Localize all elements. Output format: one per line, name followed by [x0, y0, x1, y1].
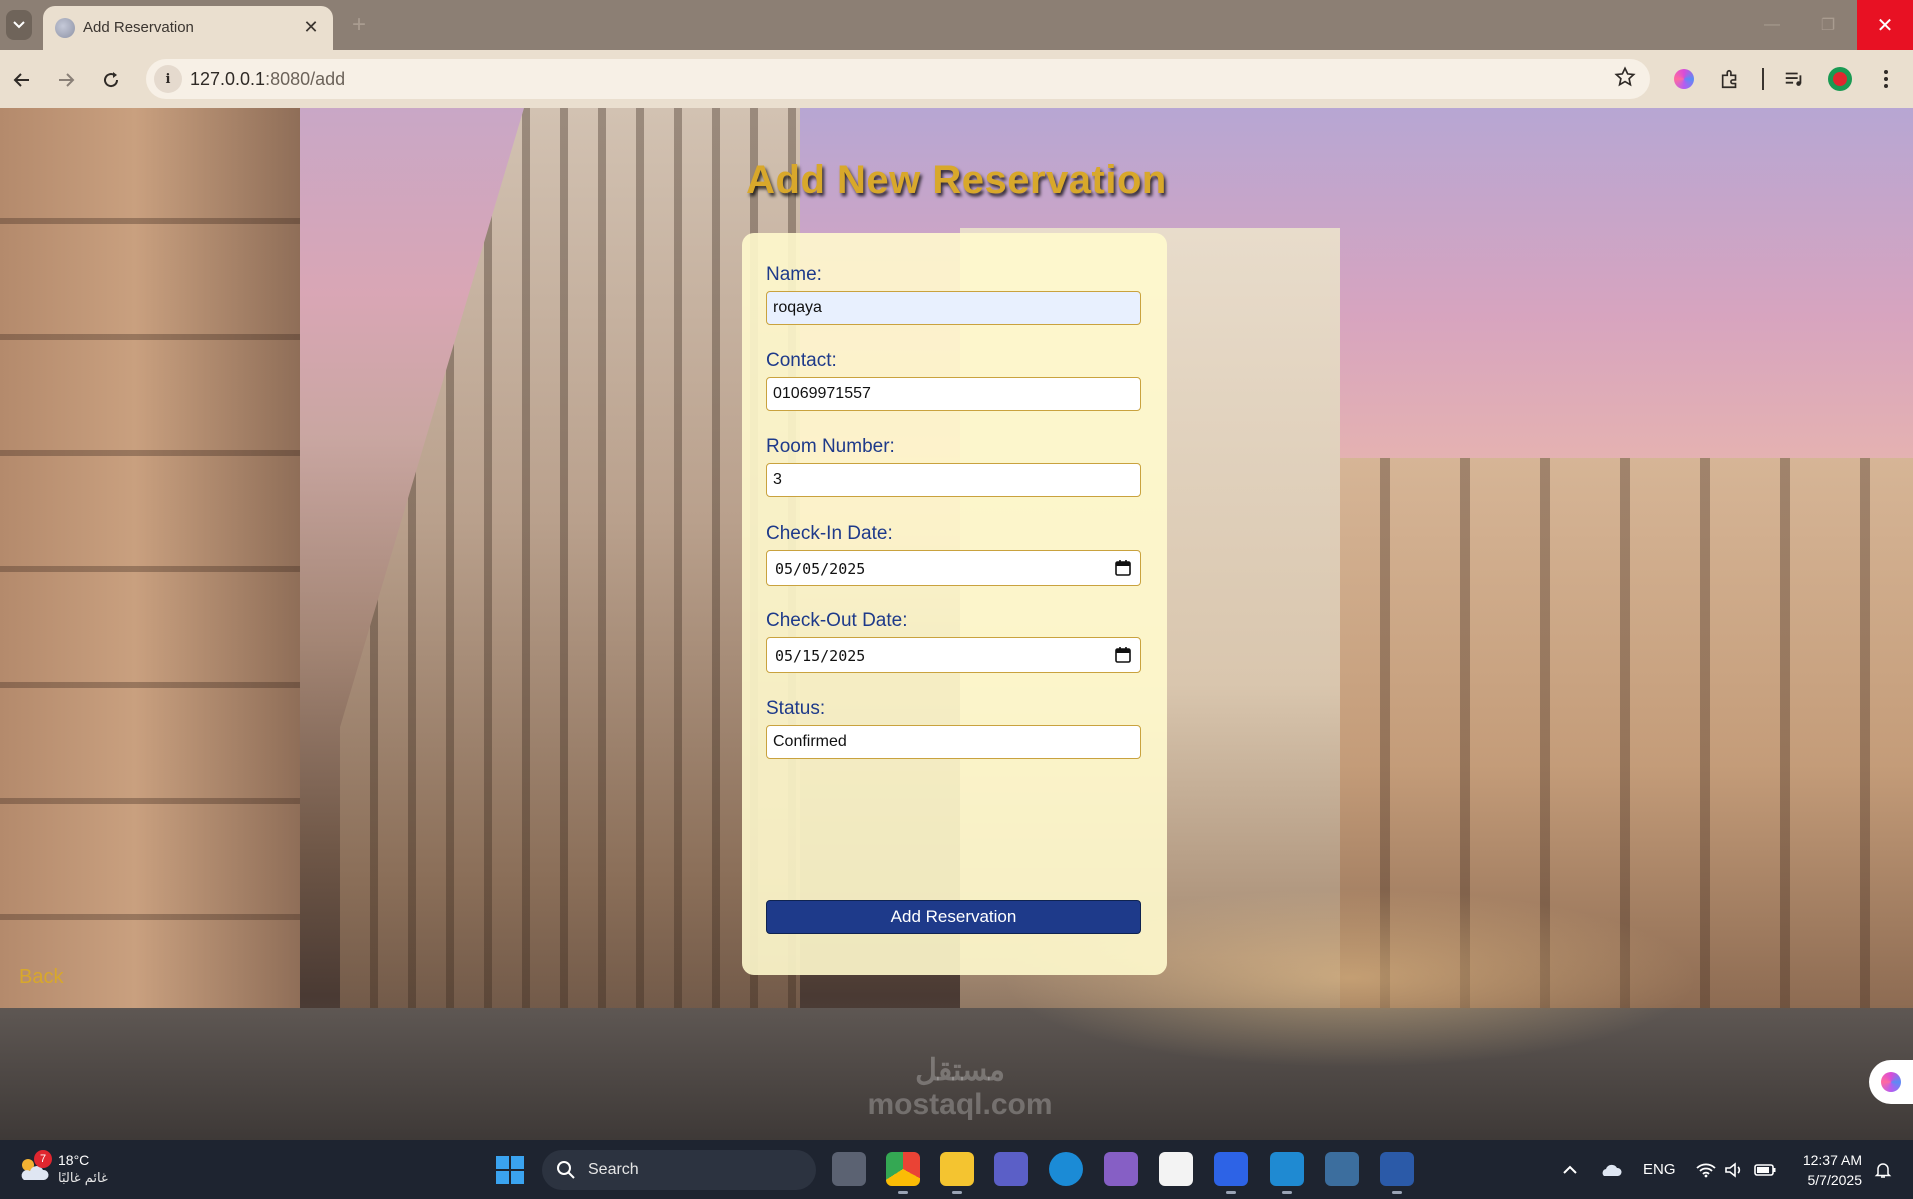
check-out-date-input[interactable]: 05/15/2025 [766, 637, 1141, 673]
tab-title: Add Reservation [83, 19, 194, 36]
weather-widget[interactable]: 7 18°C غائم غالبًا [18, 1150, 148, 1190]
calendar-icon[interactable] [1114, 646, 1132, 664]
back-arrow-icon[interactable] [6, 64, 38, 96]
browser-toolbar: i 127.0.0.1:8080/add [0, 50, 1913, 108]
watermark: مستقل mostaql.com [867, 1054, 1053, 1121]
gemini-side-button[interactable] [1869, 1060, 1913, 1104]
teams-icon[interactable] [994, 1152, 1028, 1186]
check-out-date-value: 05/15/2025 [775, 647, 866, 665]
calendar-icon[interactable] [1114, 559, 1132, 577]
battery-icon[interactable] [1754, 1140, 1776, 1199]
microsoft-store-icon[interactable] [1159, 1152, 1193, 1186]
mysql-workbench-icon[interactable] [1325, 1152, 1359, 1186]
toolbar-divider [1762, 68, 1764, 90]
clock-time: 12:37 AM [1802, 1152, 1862, 1168]
status-input[interactable] [766, 725, 1141, 759]
site-info-icon[interactable]: i [154, 65, 182, 93]
room-number-label: Room Number: [766, 436, 895, 457]
clock-date: 5/7/2025 [1807, 1172, 1863, 1188]
address-bar[interactable]: i 127.0.0.1:8080/add [146, 59, 1650, 99]
new-tab-button[interactable]: + [344, 10, 374, 40]
star-icon[interactable] [1614, 66, 1636, 94]
reservation-form: Name: Contact: Room Number: Check-In Dat… [742, 233, 1167, 975]
name-label: Name: [766, 264, 822, 285]
weather-description: غائم غالبًا [58, 1171, 108, 1186]
profile-icon[interactable] [1826, 65, 1854, 93]
url-text[interactable]: 127.0.0.1:8080/add [190, 69, 345, 90]
taskbar: 7 18°C غائم غالبًا Search ENG 12:37 AM 5… [0, 1140, 1913, 1199]
forward-arrow-icon[interactable] [50, 64, 82, 96]
chevron-up-icon[interactable] [1562, 1140, 1578, 1199]
chrome-icon[interactable] [886, 1152, 920, 1194]
windows-start-icon[interactable] [496, 1156, 524, 1184]
restore-button[interactable]: ❐ [1800, 0, 1856, 50]
cloud-icon[interactable] [1600, 1140, 1622, 1199]
task-view-icon[interactable] [832, 1152, 866, 1186]
window-close-button[interactable]: ✕ [1857, 0, 1913, 50]
contact-input[interactable] [766, 377, 1141, 411]
search-label: Search [588, 1161, 639, 1178]
name-input[interactable] [766, 291, 1141, 325]
notification-icon[interactable] [1874, 1140, 1892, 1199]
system-clock[interactable]: 12:37 AM 5/7/2025 [1796, 1150, 1862, 1190]
search-icon [557, 1161, 575, 1179]
room-number-input[interactable] [766, 463, 1141, 497]
add-reservation-button[interactable]: Add Reservation [766, 900, 1141, 934]
check-in-date-input[interactable]: 05/05/2025 [766, 550, 1141, 586]
volume-icon[interactable] [1724, 1140, 1744, 1199]
reload-icon[interactable] [95, 64, 127, 96]
intellij-icon[interactable] [1214, 1152, 1248, 1194]
check-in-label: Check-In Date: [766, 523, 893, 544]
browser-tab-bar: Add Reservation ✕ + — ❐ ✕ [0, 0, 1913, 50]
file-explorer-icon[interactable] [940, 1152, 974, 1194]
check-out-label: Check-Out Date: [766, 610, 908, 631]
back-link[interactable]: Back [19, 966, 63, 989]
language-indicator[interactable]: ENG [1643, 1140, 1676, 1199]
wifi-icon[interactable] [1696, 1140, 1716, 1199]
globe-icon [55, 18, 75, 38]
vscode-icon[interactable] [1270, 1152, 1304, 1194]
contact-label: Contact: [766, 350, 837, 371]
gemini-icon [1881, 1072, 1901, 1092]
word-icon[interactable] [1380, 1152, 1414, 1194]
minimize-button[interactable]: — [1744, 0, 1800, 50]
tab-list-icon[interactable] [6, 10, 32, 40]
browser-tab-active[interactable]: Add Reservation ✕ [43, 6, 333, 50]
weather-badge: 7 [34, 1150, 52, 1168]
edge-icon[interactable] [1049, 1152, 1083, 1186]
weather-temperature: 18°C [58, 1152, 90, 1168]
page-viewport: Add New Reservation Name: Contact: Room … [0, 108, 1913, 1140]
taskbar-search[interactable]: Search [542, 1150, 816, 1190]
media-icon[interactable] [1780, 65, 1808, 93]
background-center-building [340, 108, 800, 1140]
menu-icon[interactable] [1872, 65, 1900, 93]
gemini-icon[interactable] [1670, 65, 1698, 93]
close-icon[interactable]: ✕ [299, 15, 323, 39]
visual-studio-icon[interactable] [1104, 1152, 1138, 1186]
extensions-icon[interactable] [1716, 65, 1744, 93]
page-title: Add New Reservation [746, 158, 1167, 202]
check-in-date-value: 05/05/2025 [775, 560, 866, 578]
status-label: Status: [766, 698, 826, 719]
